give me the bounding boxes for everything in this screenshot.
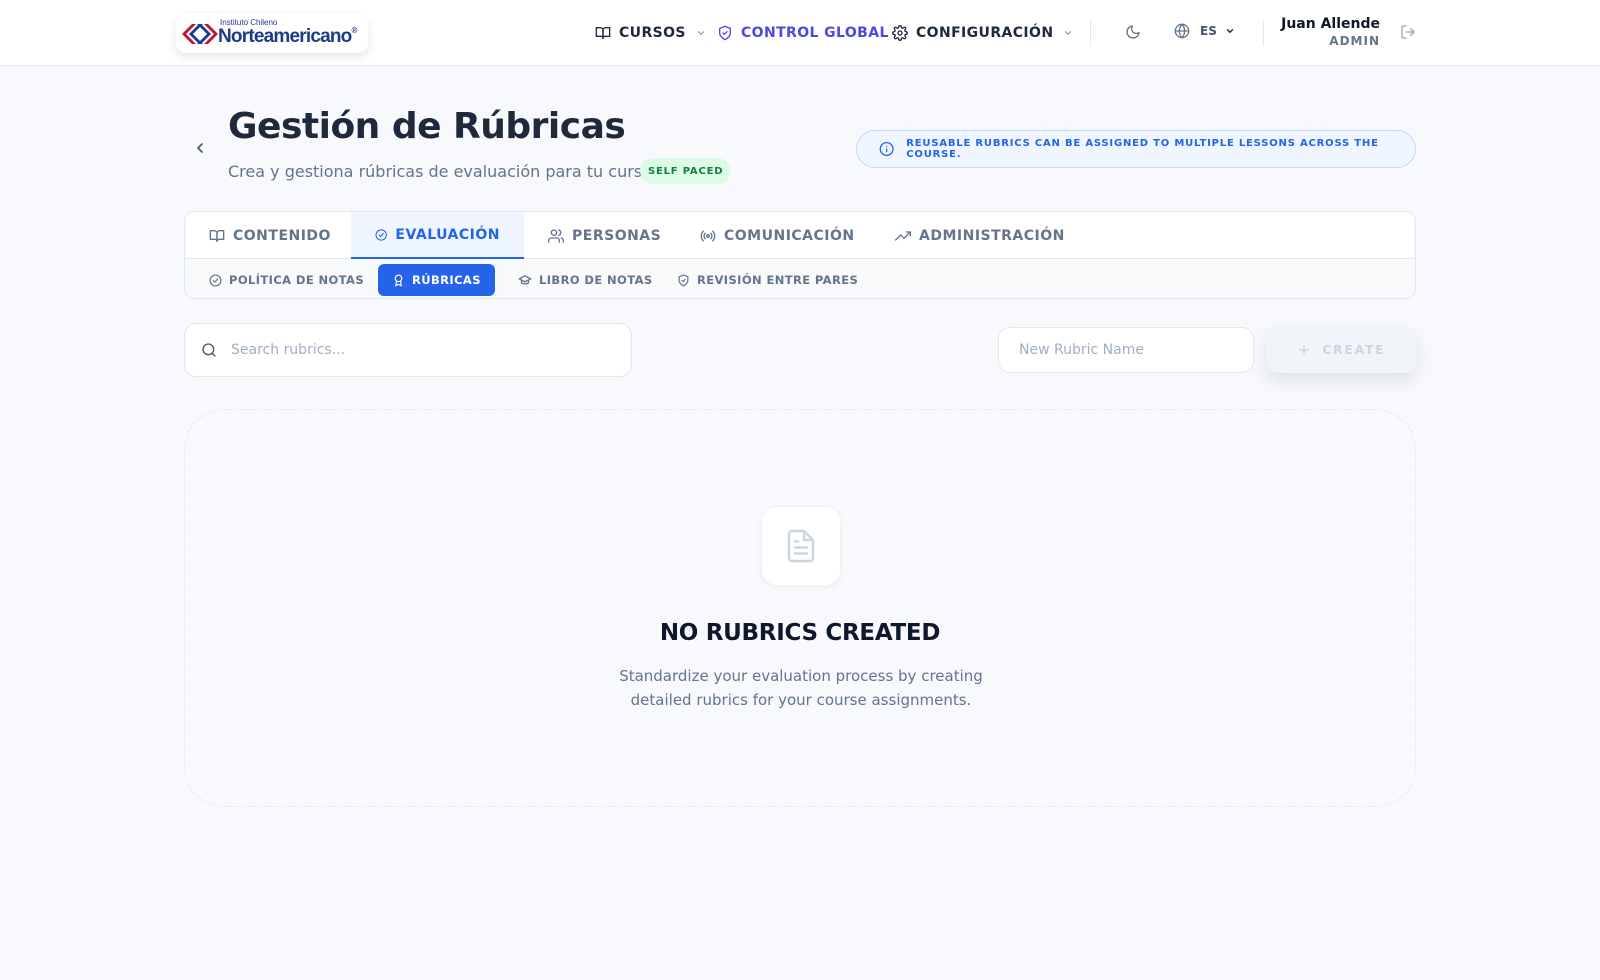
tab-personas[interactable]: PERSONAS [524,212,685,259]
info-banner-text: REUSABLE RUBRICS CAN BE ASSIGNED TO MULT… [906,138,1379,160]
award-icon [394,273,403,287]
empty-state-description: Standardize your evaluation process by c… [619,667,983,709]
check-circle-icon [209,273,222,287]
nav-cursos-label: CURSOS [619,25,686,41]
chevron-down-icon [1226,29,1234,33]
nav-configuracion-label: CONFIGURACIÓN [916,25,1054,41]
nav-control-global-label: CONTROL GLOBAL [741,25,889,41]
check-circle-icon [375,228,387,241]
empty-state-icon-box [761,506,841,586]
logo-title-text: Norteamericano [218,26,352,47]
tab-comunicacion[interactable]: COMUNICACIÓN [676,212,879,259]
subtab-politica-de-notas[interactable]: POLÍTICA DE NOTAS [195,264,378,296]
institution-logo[interactable]: Instituto Chileno Norteamericano® [176,14,368,53]
subtab-revision-entre-pares[interactable]: REVISIÓN ENTRE PARES [663,264,872,296]
nav-cursos-menu[interactable]: CURSOS [595,22,706,44]
user-name: Juan Allende [1281,16,1380,32]
book-icon [209,229,225,242]
broadcast-icon [700,230,716,241]
tab-label: CONTENIDO [233,227,331,244]
nav-divider [1090,20,1091,46]
tab-evaluacion[interactable]: EVALUACIÓN [351,212,524,259]
users-icon [548,228,564,243]
section-tabs-card: CONTENIDO EVALUACIÓN PERSONAS COMUNICACI… [184,211,1416,299]
chevron-down-icon [697,31,705,35]
subtab-rubricas[interactable]: RÚBRICAS [378,264,495,296]
main-tabs: CONTENIDO EVALUACIÓN PERSONAS COMUNICACI… [185,212,1415,259]
create-button-label: CREATE [1322,343,1386,357]
tab-label: ADMINISTRACIÓN [919,227,1065,244]
user-role: ADMIN [1329,34,1380,48]
info-banner: REUSABLE RUBRICS CAN BE ASSIGNED TO MULT… [856,130,1416,168]
logo-registered-mark: ® [351,26,357,35]
tab-administracion[interactable]: ADMINISTRACIÓN [871,212,1089,259]
search-icon [202,343,216,357]
graduation-cap-icon [518,275,532,285]
subtab-label: POLÍTICA DE NOTAS [229,273,365,287]
logo-mark-icon [182,24,218,44]
top-navigation-bar: Instituto Chileno Norteamericano® CURSOS… [0,0,1600,66]
plus-icon [1298,345,1309,355]
book-icon [595,27,611,39]
tab-label: COMUNICACIÓN [724,227,855,244]
logout-icon[interactable] [1400,24,1416,40]
search-box [184,323,632,377]
search-input[interactable] [231,342,611,358]
subtab-label: RÚBRICAS [412,273,481,287]
empty-state-panel: NO RUBRICS CREATED Standardize your eval… [184,409,1416,807]
shield-check-icon [719,25,731,41]
page-title: Gestión de Rúbricas [228,106,626,147]
create-rubric-button[interactable]: CREATE [1266,327,1416,373]
file-text-icon [787,529,815,563]
page-subtitle: Crea y gestiona rúbricas de evaluación p… [228,162,657,181]
nav-configuracion-menu[interactable]: CONFIGURACIÓN [892,22,1073,44]
empty-state-title: NO RUBRICS CREATED [659,620,941,646]
moon-icon[interactable] [1125,24,1141,40]
tab-label: EVALUACIÓN [395,226,500,243]
subtab-label: REVISIÓN ENTRE PARES [697,273,859,287]
info-icon [879,141,894,157]
nav-control-global-link[interactable]: CONTROL GLOBAL [717,22,889,44]
shield-check-icon [678,273,689,287]
tab-contenido[interactable]: CONTENIDO [185,212,355,259]
back-chevron-icon[interactable] [192,140,208,156]
trending-up-icon [895,230,911,241]
chevron-down-icon [1065,31,1072,35]
subtab-libro-de-notas[interactable]: LIBRO DE NOTAS [504,264,667,296]
globe-icon [1174,23,1190,39]
logo-title: Norteamericano® [218,26,357,48]
tab-label: PERSONAS [572,227,662,244]
nav-divider [1263,20,1264,46]
gear-icon [892,25,908,41]
language-selector[interactable]: ES [1174,23,1235,39]
user-profile[interactable]: Juan Allende ADMIN [1281,16,1380,48]
self-paced-badge: SELF PACED [640,158,732,184]
sub-tabs: POLÍTICA DE NOTAS RÚBRICAS LIBRO DE NOTA… [185,259,1415,298]
new-rubric-name-input[interactable] [998,327,1254,373]
subtab-label: LIBRO DE NOTAS [539,273,653,287]
language-code: ES [1200,24,1217,38]
